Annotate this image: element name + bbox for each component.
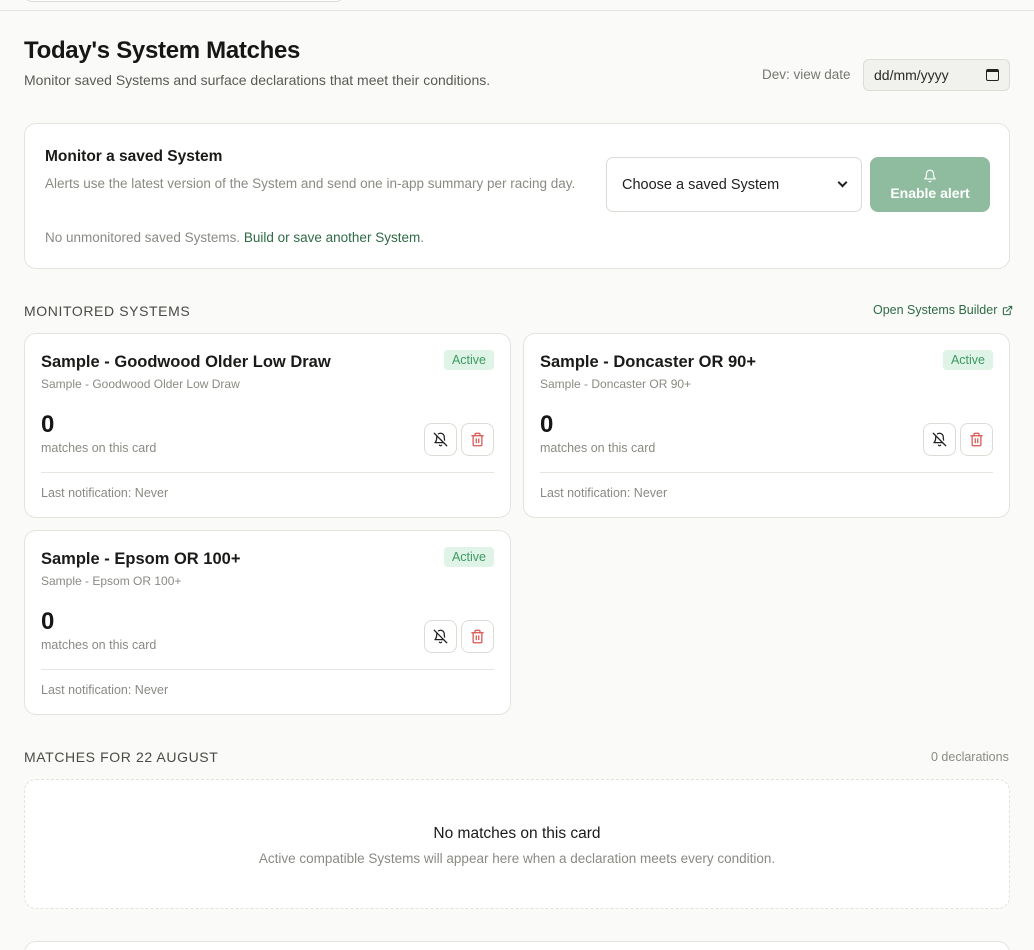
- no-unmonitored-label: No unmonitored saved Systems.: [45, 230, 241, 245]
- bell-off-icon: [932, 432, 947, 447]
- saved-system-select[interactable]: Choose a saved System: [606, 157, 862, 212]
- builder-link-label: Open Systems Builder: [873, 303, 998, 317]
- mute-alert-button[interactable]: [424, 620, 457, 653]
- trash-icon: [970, 432, 983, 447]
- calendar-icon[interactable]: [986, 69, 999, 81]
- delete-system-button[interactable]: [461, 423, 494, 456]
- system-card: Sample - Goodwood Older Low Draw Sample …: [24, 333, 511, 518]
- bell-icon: [924, 169, 936, 182]
- system-name: Sample - Goodwood Older Low Draw: [41, 353, 331, 371]
- system-subtitle: Sample - Epsom OR 100+: [41, 574, 182, 588]
- delete-system-button[interactable]: [461, 620, 494, 653]
- match-count: 0: [41, 411, 55, 438]
- page-subtitle: Monitor saved Systems and surface declar…: [24, 72, 491, 88]
- last-notification: Last notification: Never: [41, 486, 169, 500]
- card-divider: [540, 472, 993, 473]
- bell-off-icon: [433, 432, 448, 447]
- top-search-stub[interactable]: [24, 0, 344, 2]
- select-value: Choose a saved System: [622, 176, 780, 193]
- top-bar: [0, 0, 1034, 11]
- system-name: Sample - Epsom OR 100+: [41, 550, 241, 568]
- delete-system-button[interactable]: [960, 423, 993, 456]
- empty-state-description: Active compatible Systems will appear he…: [258, 851, 776, 866]
- match-count-label: matches on this card: [540, 441, 656, 455]
- system-card: Sample - Epsom OR 100+ Sample - Epsom OR…: [24, 530, 511, 715]
- match-count: 0: [540, 411, 554, 438]
- system-name: Sample - Doncaster OR 90+: [540, 353, 756, 371]
- status-badge: Active: [443, 350, 494, 370]
- enable-alert-label: Enable alert: [890, 184, 970, 201]
- mute-alert-button[interactable]: [424, 423, 457, 456]
- trash-icon: [471, 432, 484, 447]
- mute-alert-button[interactable]: [923, 423, 956, 456]
- last-notification: Last notification: Never: [41, 683, 169, 697]
- next-section-card: [24, 941, 1010, 950]
- match-count-label: matches on this card: [41, 441, 157, 455]
- card-divider: [41, 472, 494, 473]
- enable-alert-button[interactable]: Enable alert: [870, 157, 990, 212]
- build-link-suffix: .: [420, 230, 424, 245]
- monitor-description: Alerts use the latest version of the Sys…: [45, 176, 576, 191]
- monitored-systems-heading: MONITORED SYSTEMS: [24, 303, 191, 319]
- monitor-system-card: Monitor a saved System Alerts use the la…: [24, 123, 1010, 269]
- status-badge: Active: [443, 547, 494, 567]
- open-systems-builder-link[interactable]: Open Systems Builder: [873, 303, 1013, 317]
- status-badge: Active: [942, 350, 993, 370]
- match-count-label: matches on this card: [41, 638, 157, 652]
- trash-icon: [471, 629, 484, 644]
- empty-state-title: No matches on this card: [433, 825, 601, 842]
- dev-date-label: Dev: view date: [762, 67, 851, 82]
- declarations-count: 0 declarations: [931, 750, 1009, 764]
- match-count: 0: [41, 608, 55, 635]
- system-subtitle: Sample - Goodwood Older Low Draw: [41, 377, 240, 391]
- last-notification: Last notification: Never: [540, 486, 668, 500]
- bell-off-icon: [433, 629, 448, 644]
- matches-empty-state: No matches on this card Active compatibl…: [24, 779, 1010, 909]
- monitor-title: Monitor a saved System: [45, 148, 223, 165]
- matches-heading: MATCHES FOR 22 AUGUST: [24, 749, 219, 765]
- view-date-input[interactable]: dd/mm/yyyy: [863, 59, 1010, 91]
- build-system-link[interactable]: Build or save another System: [244, 230, 420, 245]
- chevron-down-icon: [837, 177, 848, 188]
- page-title: Today's System Matches: [24, 37, 301, 64]
- card-divider: [41, 669, 494, 670]
- external-link-icon: [1003, 305, 1013, 315]
- system-card: Sample - Doncaster OR 90+ Sample - Donca…: [523, 333, 1010, 518]
- system-subtitle: Sample - Doncaster OR 90+: [540, 377, 692, 391]
- date-placeholder: dd/mm/yyyy: [874, 67, 949, 83]
- no-unmonitored-text: No unmonitored saved Systems. Build or s…: [45, 230, 424, 245]
